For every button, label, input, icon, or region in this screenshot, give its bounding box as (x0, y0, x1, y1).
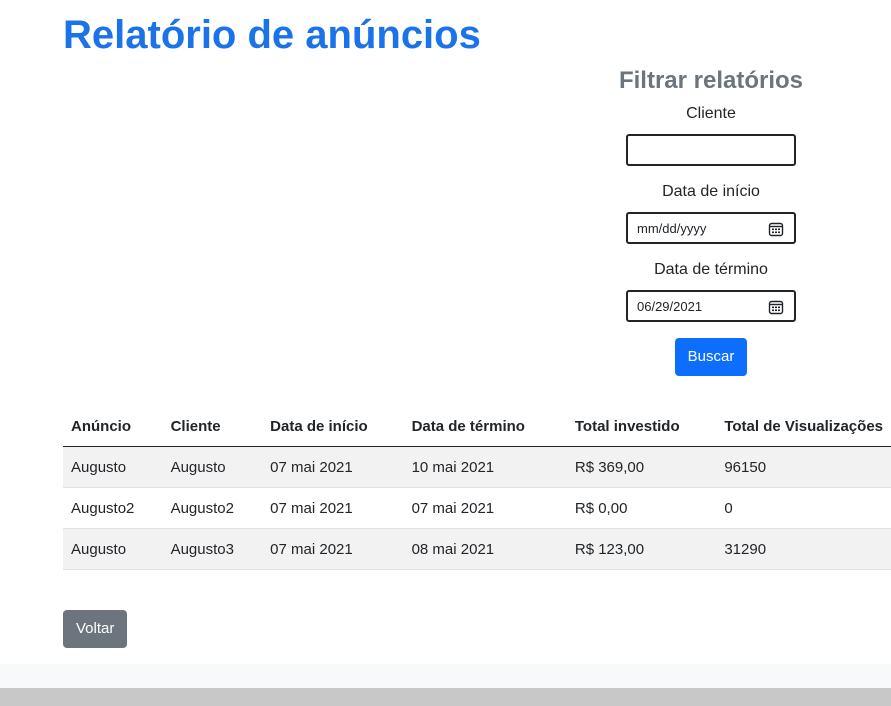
end-date-label: Data de término (654, 261, 768, 278)
cell-data-termino: 07 mai 2021 (403, 487, 567, 529)
calendar-icon[interactable] (768, 221, 784, 237)
horizontal-scrollbar[interactable] (0, 688, 891, 706)
table-header-row: Anúncio Cliente Data de início Data de t… (63, 406, 891, 447)
cell-anuncio: Augusto (63, 446, 163, 488)
column-header-total-investido: Total investido (566, 406, 717, 447)
table-row: Augusto2 Augusto2 07 mai 2021 07 mai 202… (63, 487, 891, 529)
column-header-data-inicio: Data de início (262, 406, 404, 447)
cell-cliente: Augusto (162, 446, 263, 488)
table-row: Augusto Augusto3 07 mai 2021 08 mai 2021… (63, 528, 891, 570)
search-button[interactable]: Buscar (674, 338, 748, 376)
report-table: Anúncio Cliente Data de início Data de t… (63, 406, 891, 570)
column-header-anuncio: Anúncio (63, 406, 163, 447)
cell-total-investido: R$ 123,00 (566, 528, 717, 570)
end-date-input[interactable]: 06/29/2021 (626, 290, 796, 322)
start-date-label: Data de início (662, 183, 760, 200)
filter-panel: Filtrar relatórios Cliente Data de iníci… (611, 62, 811, 376)
cell-total-investido: R$ 369,00 (566, 446, 717, 488)
page-title: Relatório de anúncios (63, 13, 481, 57)
client-label: Cliente (686, 105, 736, 122)
cell-anuncio: Augusto (63, 528, 163, 570)
calendar-icon[interactable] (768, 299, 784, 315)
start-date-value: mm/dd/yyyy (637, 221, 707, 236)
back-button[interactable]: Voltar (63, 610, 128, 648)
column-header-total-visualizacoes: Total de Visualizações (716, 406, 891, 447)
end-date-field-wrap: 06/29/2021 (626, 290, 796, 322)
client-input[interactable] (626, 134, 796, 166)
end-date-value: 06/29/2021 (637, 299, 703, 314)
footer (0, 664, 891, 688)
cell-cliente: Augusto2 (162, 487, 263, 529)
cell-data-inicio: 07 mai 2021 (262, 528, 404, 570)
client-field-wrap (626, 134, 796, 166)
cell-total-visualizacoes: 0 (716, 487, 891, 529)
table-row: Augusto Augusto 07 mai 2021 10 mai 2021 … (63, 446, 891, 488)
cell-total-investido: R$ 0,00 (566, 487, 717, 529)
column-header-cliente: Cliente (162, 406, 263, 447)
cell-total-visualizacoes: 96150 (716, 446, 891, 488)
filter-title: Filtrar relatórios (618, 67, 804, 94)
column-header-data-termino: Data de término (403, 406, 567, 447)
cell-total-visualizacoes: 31290 (716, 528, 891, 570)
cell-data-termino: 08 mai 2021 (403, 528, 567, 570)
start-date-field-wrap: mm/dd/yyyy (626, 212, 796, 244)
start-date-input[interactable]: mm/dd/yyyy (626, 212, 796, 244)
cell-data-inicio: 07 mai 2021 (262, 487, 404, 529)
cell-anuncio: Augusto2 (63, 487, 163, 529)
cell-data-inicio: 07 mai 2021 (262, 446, 404, 488)
cell-data-termino: 10 mai 2021 (403, 446, 567, 488)
cell-cliente: Augusto3 (162, 528, 263, 570)
